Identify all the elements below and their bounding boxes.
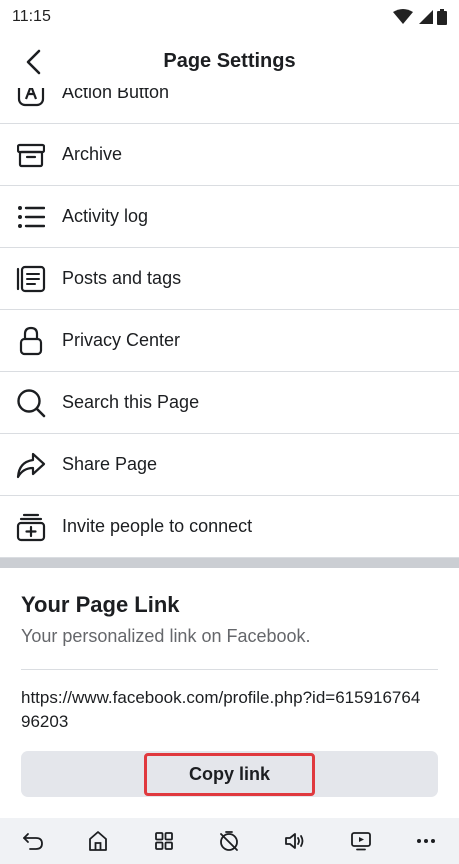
page-link-subtitle: Your personalized link on Facebook.: [21, 626, 311, 646]
menu-item-label: Privacy Center: [62, 330, 181, 350]
activity-log-icon: [16, 202, 46, 232]
signal-icon: [419, 10, 433, 24]
page-link-url: https://www.facebook.com/profile.php?id=…: [21, 688, 421, 731]
back-arrow-icon: [26, 49, 41, 75]
copy-link-label: Copy link: [143, 752, 315, 796]
menu-item-search-this-page[interactable]: Search this Page: [0, 372, 459, 434]
status-bar: 11:15: [0, 0, 459, 34]
volume-icon: [285, 833, 304, 849]
more-dots-icon: [417, 839, 436, 843]
menu-item-label: Action Button: [62, 88, 170, 102]
menu-item-action-button[interactable]: Action Button: [0, 88, 459, 124]
header: Page Settings: [0, 34, 459, 88]
menu-item-invite-people[interactable]: Invite people to connect: [0, 496, 459, 558]
home-nav-button[interactable]: [83, 826, 113, 856]
system-nav-bar: [0, 818, 459, 864]
menu-item-label: Activity log: [62, 206, 149, 226]
apps-nav-button[interactable]: [149, 826, 179, 856]
copy-link-button[interactable]: Copy link: [21, 751, 438, 797]
menu-item-label: Posts and tags: [62, 268, 182, 288]
timer-off-nav-button[interactable]: [214, 826, 244, 856]
search-icon: [16, 388, 46, 418]
menu-item-share-page[interactable]: Share Page: [0, 434, 459, 496]
menu-item-activity-log[interactable]: Activity log: [0, 186, 459, 248]
page-title: Page Settings: [163, 49, 296, 72]
menu-item-label: Archive: [62, 144, 123, 164]
timer-off-icon: [220, 831, 239, 851]
invite-icon: [16, 512, 46, 542]
menu-item-label: Invite people to connect: [62, 516, 253, 536]
menu-item-privacy-center[interactable]: Privacy Center: [0, 310, 459, 372]
menu-item-archive[interactable]: Archive: [0, 124, 459, 186]
section-separator: [0, 558, 459, 568]
grid-icon: [155, 832, 173, 850]
posts-tags-icon: [16, 264, 46, 294]
status-icons: [393, 9, 447, 25]
page-link-title: Your Page Link: [21, 592, 180, 617]
divider: [21, 669, 438, 670]
back-nav-button[interactable]: [18, 826, 48, 856]
battery-icon: [437, 9, 447, 25]
wifi-icon: [393, 9, 413, 24]
settings-menu: Action Button Archive Activity log Posts…: [0, 88, 459, 558]
menu-item-label: Share Page: [62, 454, 158, 474]
action-button-icon: [16, 88, 46, 108]
screen-play-icon: [350, 832, 371, 851]
lock-icon: [16, 326, 46, 356]
volume-nav-button[interactable]: [280, 826, 310, 856]
menu-item-posts-and-tags[interactable]: Posts and tags: [0, 248, 459, 310]
archive-icon: [16, 140, 46, 170]
share-icon: [16, 450, 46, 480]
screen-cast-nav-button[interactable]: [346, 826, 376, 856]
menu-item-label: Search this Page: [62, 392, 200, 412]
undo-back-icon: [22, 833, 43, 850]
back-button[interactable]: [18, 46, 50, 78]
status-time: 11:15: [12, 8, 51, 25]
home-icon: [89, 831, 108, 851]
more-nav-button[interactable]: [411, 826, 441, 856]
page-link-section: Your Page Link Your personalized link on…: [0, 568, 459, 818]
